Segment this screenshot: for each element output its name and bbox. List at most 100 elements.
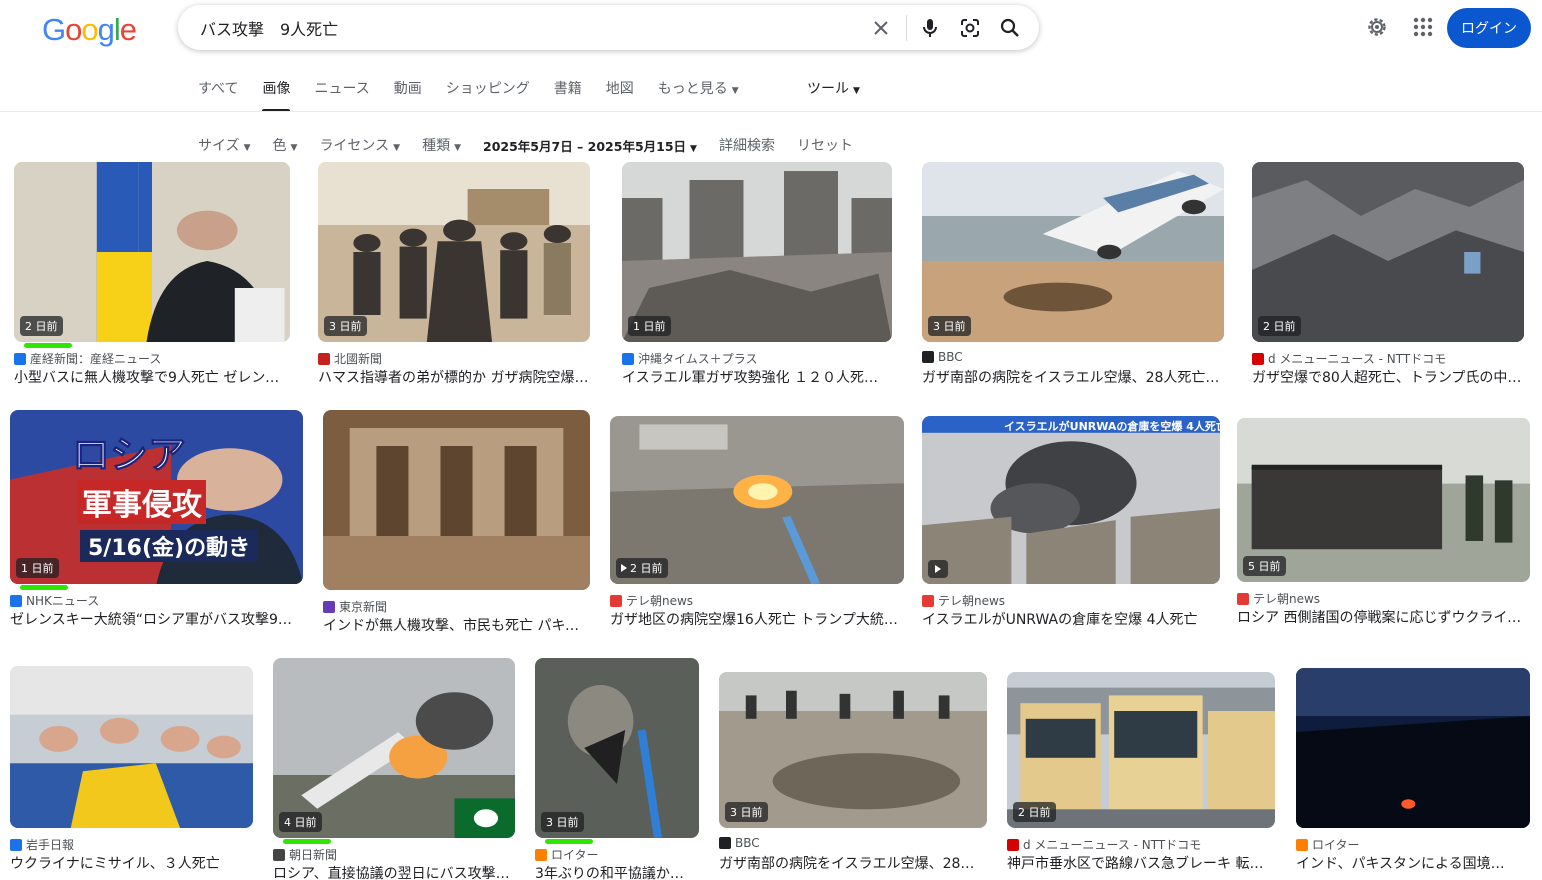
result-thumbnail[interactable]: 5 日前 xyxy=(1237,418,1530,582)
result-thumbnail[interactable]: イスラエルがUNRWAの倉庫を空爆 4人死亡 xyxy=(922,416,1220,584)
result-source[interactable]: BBC xyxy=(719,836,760,850)
caret-down-icon: ▼ xyxy=(243,143,251,153)
result-title[interactable]: 小型バスに無人機攻撃で9人死亡 ゼレンスキー… xyxy=(14,367,290,387)
tab-news[interactable]: ニュース xyxy=(314,78,369,112)
gear-icon[interactable] xyxy=(1364,14,1390,40)
result-thumbnail[interactable]: 3 日前 xyxy=(535,658,699,838)
result-thumbnail[interactable]: ロシア 軍事侵攻 5/16(金)の動き 1 日前 xyxy=(10,410,303,584)
thumbnail-overlay-text: 軍事侵攻 xyxy=(78,480,206,524)
result-source[interactable]: BBC xyxy=(922,350,963,364)
result-thumbnail[interactable]: 1 日前 xyxy=(622,162,892,342)
result-thumbnail[interactable] xyxy=(10,666,253,828)
filter-license[interactable]: ライセンス ▼ xyxy=(319,135,400,155)
search-input[interactable] xyxy=(200,5,840,50)
result-source[interactable]: NHKニュース xyxy=(10,592,99,609)
result-title[interactable]: イスラエル軍ガザ攻勢強化 １２０人死亡… xyxy=(622,367,892,387)
site-favicon-icon xyxy=(610,594,622,607)
result-source[interactable]: テレ朝news xyxy=(610,592,693,609)
tab-label: ショッピング xyxy=(445,81,530,97)
result-title[interactable]: インド、パキスタンによる国境… xyxy=(1296,853,1530,873)
result-thumbnail[interactable] xyxy=(1296,668,1530,828)
search-box xyxy=(178,5,1039,50)
logo-letter: G xyxy=(42,12,66,47)
tab-shopping[interactable]: ショッピング xyxy=(446,78,530,112)
tab-all[interactable]: すべて xyxy=(198,78,238,112)
filter-date-range[interactable]: 2025年5月7日 – 2025年5月15日 ▼ xyxy=(483,135,697,155)
tab-more[interactable]: もっと見る ▼ xyxy=(658,78,739,112)
tab-books[interactable]: 書籍 xyxy=(554,78,582,112)
result-title[interactable]: 3年ぶりの和平協議か… xyxy=(535,863,699,880)
source-name: 岩手日報 xyxy=(26,838,75,852)
result-title[interactable]: ガザ地区の病院空爆16人死亡 トランプ大統領… xyxy=(610,609,904,629)
result-source[interactable]: d メニューニュース - NTTドコモ xyxy=(1007,836,1201,853)
result-thumbnail[interactable]: 4 日前 xyxy=(273,658,515,838)
result-thumbnail[interactable]: 2 日前 xyxy=(610,416,904,584)
result-source[interactable]: 沖縄タイムス＋プラス xyxy=(622,350,758,367)
tools-menu[interactable]: ツール ▼ xyxy=(807,78,860,102)
filter-size[interactable]: サイズ ▼ xyxy=(198,135,251,155)
result-title[interactable]: ロシア 西側諸国の停戦案に応じずウクライナ… xyxy=(1237,607,1530,627)
camera-lens-icon[interactable] xyxy=(957,15,983,41)
filter-color[interactable]: 色 ▼ xyxy=(273,135,298,155)
filter-advanced-search[interactable]: 詳細検索 xyxy=(719,135,775,155)
result-source[interactable]: 北國新聞 xyxy=(318,350,382,367)
source-name: テレ朝news xyxy=(626,594,694,608)
tab-maps[interactable]: 地図 xyxy=(606,78,634,112)
thumbnail-overlay-text: 5/16(金)の動き xyxy=(80,530,259,562)
play-icon xyxy=(621,564,627,572)
date-badge-text: 2 日前 xyxy=(25,320,58,333)
result-thumbnail[interactable] xyxy=(323,410,590,590)
thumbnail-image xyxy=(1296,668,1530,828)
login-button[interactable]: ログイン xyxy=(1447,8,1531,48)
google-logo[interactable]: Google xyxy=(42,12,137,48)
result-title[interactable]: ウクライナにミサイル、３人死亡 xyxy=(10,853,253,873)
result-title[interactable]: 神戸市垂水区で路線バス急ブレーキ 転倒… xyxy=(1007,853,1275,873)
search-icon[interactable] xyxy=(997,15,1023,41)
site-favicon-icon xyxy=(922,594,934,607)
result-title[interactable]: ガザ空爆で80人超死亡、トランプ氏の中東… xyxy=(1252,367,1524,387)
date-badge: 3 日前 xyxy=(928,316,971,336)
result-source[interactable]: ロイター xyxy=(535,846,599,863)
result-source[interactable]: テレ朝news xyxy=(922,592,1005,609)
site-favicon-icon xyxy=(10,838,22,851)
site-favicon-icon xyxy=(318,352,330,365)
result-title[interactable]: ガザ南部の病院をイスラエル空爆、28人… xyxy=(719,853,987,873)
clear-icon[interactable] xyxy=(868,15,894,41)
result-source[interactable]: 東京新聞 xyxy=(323,598,387,615)
date-badge-text: 2 日前 xyxy=(1263,320,1296,333)
result-title[interactable]: ゼレンスキー大統領“ロシア軍がバス攻撃9人… xyxy=(10,609,303,629)
result-source[interactable]: 岩手日報 xyxy=(10,836,74,853)
result-thumbnail[interactable]: 2 日前 xyxy=(1007,672,1275,828)
date-badge-text: 5 日前 xyxy=(1248,560,1281,573)
result-source[interactable]: d メニューニュース - NTTドコモ xyxy=(1252,350,1446,367)
tab-label: 画像 xyxy=(262,81,291,97)
result-source[interactable]: 産経新聞：産経ニュース xyxy=(14,350,161,367)
result-thumbnail[interactable]: 3 日前 xyxy=(719,672,987,828)
tab-images[interactable]: 画像 xyxy=(262,78,291,112)
result-title[interactable]: インドが無人機攻撃、市民も死亡 パキスタン… xyxy=(323,615,590,635)
search-tabs: すべて 画像 ニュース 動画 ショッピング 書籍 地図 もっと見る ▼ xyxy=(198,78,763,112)
microphone-icon[interactable] xyxy=(917,15,943,41)
result-title[interactable]: イスラエルがUNRWAの倉庫を空爆 4人死亡 xyxy=(922,609,1220,629)
result-thumbnail[interactable]: 3 日前 xyxy=(922,162,1224,342)
filter-reset[interactable]: リセット xyxy=(797,135,853,155)
result-source[interactable]: テレ朝news xyxy=(1237,590,1320,607)
thumbnail-image xyxy=(922,162,1224,342)
caret-down-icon: ▼ xyxy=(690,144,697,154)
caret-down-icon: ▼ xyxy=(393,143,401,153)
site-favicon-icon xyxy=(719,837,731,849)
result-title[interactable]: ハマス指導者の弟が標的か ガザ病院空爆… xyxy=(318,367,590,387)
result-title[interactable]: ロシア、直接協議の翌日にバス攻撃… xyxy=(273,863,515,880)
filter-label: 種類 xyxy=(422,138,451,154)
result-thumbnail[interactable]: 2 日前 xyxy=(1252,162,1524,342)
result-source[interactable]: ロイター xyxy=(1296,836,1360,853)
result-source[interactable]: 朝日新聞 xyxy=(273,846,337,863)
result-thumbnail[interactable]: 3 日前 xyxy=(318,162,590,342)
source-name: 産経新聞：産経ニュース xyxy=(30,352,162,366)
apps-grid-icon[interactable] xyxy=(1410,14,1436,40)
source-name: テレ朝news xyxy=(1253,592,1321,606)
tab-videos[interactable]: 動画 xyxy=(394,78,422,112)
filter-type[interactable]: 種類 ▼ xyxy=(422,135,461,155)
result-thumbnail[interactable]: 2 日前 xyxy=(14,162,290,342)
result-title[interactable]: ガザ南部の病院をイスラエル空爆、28人死亡… xyxy=(922,367,1224,387)
